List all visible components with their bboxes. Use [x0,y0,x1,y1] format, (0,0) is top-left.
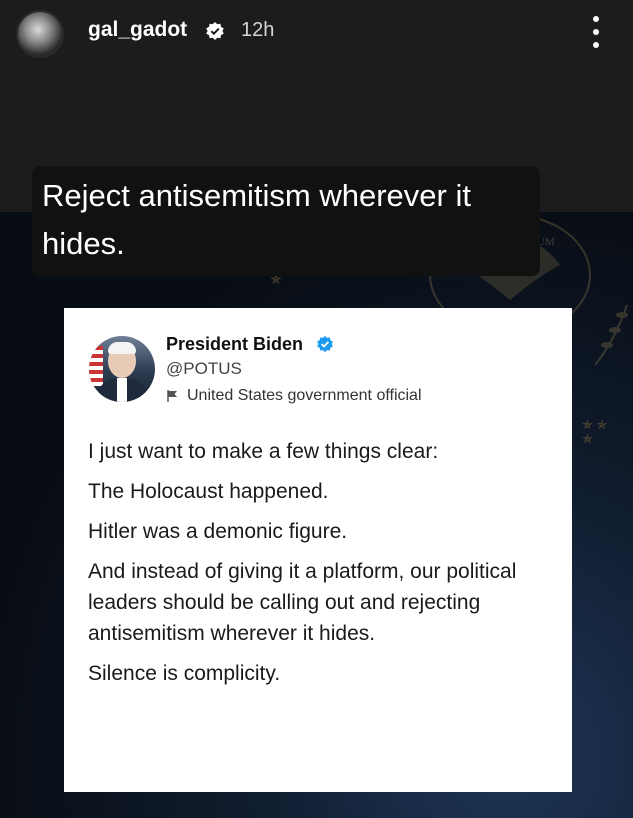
caption-line: Reject antisemitism wherever it [42,178,471,213]
verified-icon [206,22,224,40]
government-label-text: United States government official [187,387,422,404]
tweet-card[interactable]: President Biden @POTUS United States gov… [64,308,572,792]
tweet-avatar [89,336,155,402]
tweet-paragraph: Hitler was a demonic figure. [88,520,348,543]
government-label: United States government official [166,387,422,405]
story-header: gal_gadot 12h [0,0,633,64]
tweet-paragraph: Silence is complicity. [88,662,281,685]
post-time: 12h [241,19,275,41]
tweet-paragraph: I just want to make a few things clear: [88,440,439,463]
tweet-author-name: President Biden [166,334,304,354]
more-options-icon[interactable] [584,16,608,48]
decorative-stars: ✯ ✯ ✯ [582,417,608,446]
verified-blue-icon [317,335,333,353]
avatar[interactable] [16,10,64,58]
tweet-handle: @POTUS [166,359,242,378]
story-caption: Reject antisemitism wherever it hides. [32,166,540,276]
laurel-decoration [594,304,628,366]
tweet-body: I just want to make a few things clear: … [88,436,558,698]
username[interactable]: gal_gadot [88,18,187,42]
flag-icon [167,390,177,402]
caption-line: hides. [42,226,125,261]
tweet-paragraph: The Holocaust happened. [88,480,329,503]
tweet-paragraph: And instead of giving it a platform, our… [88,560,517,645]
